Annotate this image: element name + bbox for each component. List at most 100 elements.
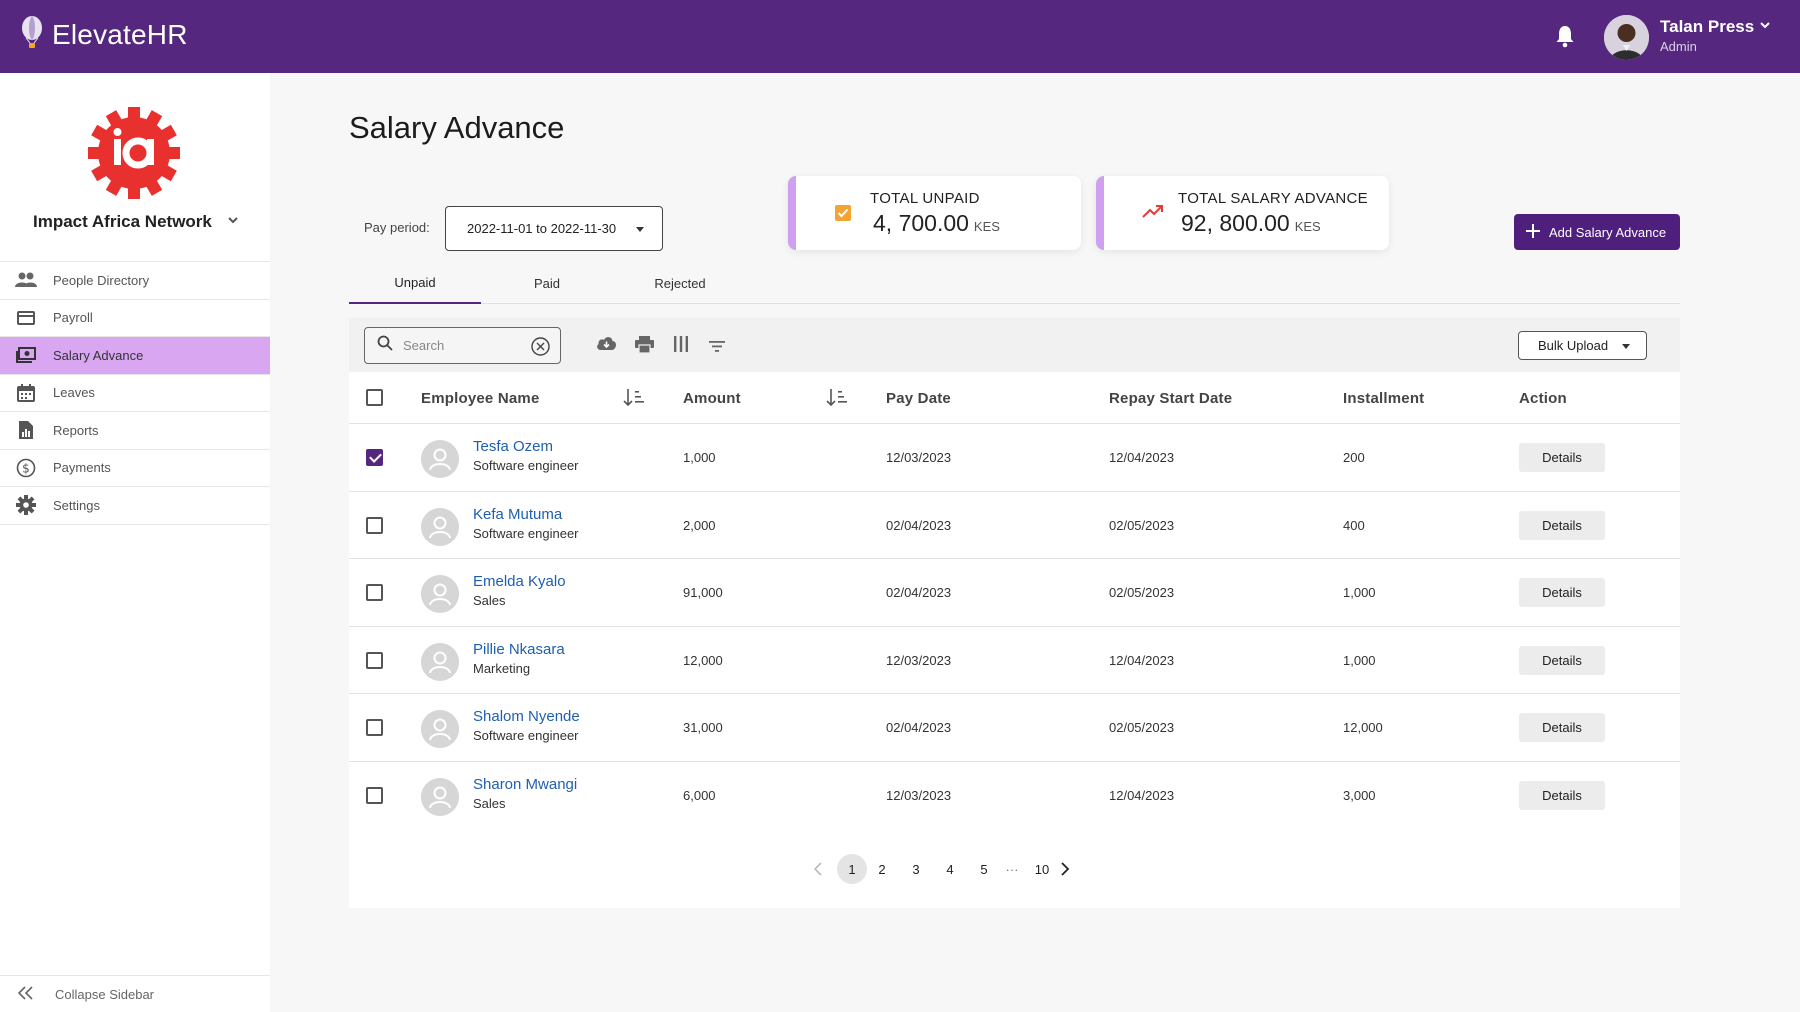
add-salary-advance-label: Add Salary Advance	[1549, 224, 1667, 240]
print-icon[interactable]	[635, 336, 654, 358]
row-checkbox[interactable]	[366, 449, 383, 466]
sidebar-item-label: Salary Advance	[53, 347, 144, 363]
pay-date-cell: 12/03/2023	[886, 652, 952, 668]
page-2[interactable]: 2	[867, 854, 897, 884]
sidebar-item-payroll[interactable]: Payroll	[0, 300, 270, 337]
user-role: Admin	[1660, 39, 1697, 54]
sidebar-item-settings[interactable]: Settings	[0, 487, 270, 525]
bulk-upload-label: Bulk Upload	[1538, 338, 1609, 353]
next-page-icon[interactable]	[1055, 854, 1075, 884]
filter-icon[interactable]	[709, 339, 725, 357]
collapse-sidebar-button[interactable]: Collapse Sidebar	[0, 975, 270, 1012]
sidebar-item-people-directory[interactable]: People Directory	[0, 262, 270, 300]
sidebar-item-salary-advance[interactable]: Salary Advance	[0, 337, 270, 375]
installment-cell: 1,000	[1343, 585, 1376, 600]
org-switcher[interactable]: Impact Africa Network	[33, 212, 240, 232]
avatar	[421, 642, 459, 681]
page-1[interactable]: 1	[837, 854, 867, 884]
details-button[interactable]: Details	[1519, 780, 1605, 810]
row-checkbox[interactable]	[366, 786, 383, 804]
total-salary-advance-value-wrap: 92, 800.00 KES	[1181, 210, 1321, 237]
people-icon	[15, 269, 37, 291]
search-icon	[377, 335, 393, 356]
total-salary-advance-unit: KES	[1294, 219, 1321, 234]
pagination: 1 2 3 4 5 ··· 10	[349, 854, 1680, 884]
sidebar-item-reports[interactable]: Reports	[0, 412, 270, 450]
tab-rejected[interactable]: Rejected	[614, 263, 746, 304]
employee-name-link[interactable]: Emelda Kyalo	[473, 573, 566, 590]
employee-name-link[interactable]: Kefa Mutuma	[473, 506, 562, 523]
details-button[interactable]: Details	[1519, 713, 1605, 742]
cloud-download-icon[interactable]	[596, 336, 617, 356]
details-button[interactable]: Details	[1519, 443, 1605, 472]
row-checkbox[interactable]	[366, 584, 383, 601]
amount-cell: 6,000	[683, 787, 716, 803]
clear-search-icon[interactable]	[531, 337, 550, 361]
search-box[interactable]	[364, 327, 561, 364]
cash-icon	[15, 344, 37, 366]
avatar	[421, 710, 459, 748]
repay-start-cell: 12/04/2023	[1109, 450, 1175, 465]
avatar	[421, 507, 459, 546]
checkbox-checked-icon	[834, 204, 852, 227]
page-3[interactable]: 3	[901, 854, 931, 884]
avatar	[421, 440, 459, 478]
employee-name-link[interactable]: Sharon Mwangi	[473, 776, 577, 793]
dollar-icon: $	[15, 457, 37, 479]
table-toolbar: Bulk Upload	[349, 318, 1680, 372]
row-checkbox[interactable]	[366, 516, 383, 534]
details-button[interactable]: Details	[1519, 578, 1605, 607]
sort-icon[interactable]	[826, 388, 848, 413]
total-unpaid-value-wrap: 4, 700.00 KES	[873, 210, 1000, 237]
search-input[interactable]	[403, 338, 513, 353]
brand[interactable]: ElevateHR	[20, 16, 188, 53]
bell-icon[interactable]	[1555, 24, 1575, 53]
employee-role: Marketing	[473, 660, 531, 676]
page-5[interactable]: 5	[969, 854, 999, 884]
pay-date-cell: 12/03/2023	[886, 450, 952, 465]
pay-date-cell: 02/04/2023	[886, 517, 952, 533]
amount-cell: 12,000	[683, 652, 723, 668]
employee-name-link[interactable]: Pillie Nkasara	[473, 641, 565, 658]
page-4[interactable]: 4	[935, 854, 965, 884]
amount-cell: 1,000	[683, 450, 716, 465]
row-checkbox[interactable]	[366, 651, 383, 669]
gear-icon	[15, 494, 37, 516]
employee-name-link[interactable]: Shalom Nyende	[473, 708, 580, 725]
pay-date-cell: 02/04/2023	[886, 585, 952, 600]
details-button[interactable]: Details	[1519, 510, 1605, 540]
avatar	[421, 575, 459, 613]
tab-unpaid[interactable]: Unpaid	[349, 263, 481, 304]
bulk-upload-button[interactable]: Bulk Upload	[1518, 331, 1647, 360]
tab-paid[interactable]: Paid	[481, 263, 613, 304]
select-all-checkbox[interactable]	[366, 389, 383, 406]
collapse-sidebar-label: Collapse Sidebar	[55, 986, 155, 1002]
sidebar-item-payments[interactable]: $ Payments	[0, 450, 270, 487]
page-ellipsis: ···	[1005, 861, 1019, 877]
sidebar-item-label: Payroll	[53, 310, 93, 326]
pay-period-select[interactable]: 2022-11-01 to 2022-11-30	[445, 206, 663, 251]
sort-icon[interactable]	[623, 388, 645, 413]
employee-role: Sales	[473, 795, 506, 811]
prev-page-icon[interactable]	[808, 854, 828, 884]
avatar	[421, 777, 459, 816]
employee-role: Sales	[473, 593, 506, 608]
user-avatar[interactable]	[1604, 15, 1649, 60]
header-pay-date: Pay Date	[886, 390, 951, 407]
repay-start-cell: 12/04/2023	[1109, 652, 1175, 668]
status-tabs: Unpaid Paid Rejected	[349, 263, 1680, 304]
page-title: Salary Advance	[349, 110, 565, 145]
user-menu[interactable]: Talan Press	[1660, 17, 1772, 37]
employee-name-link[interactable]: Tesfa Ozem	[473, 438, 553, 455]
employee-role: Software engineer	[473, 458, 579, 473]
row-checkbox[interactable]	[366, 719, 383, 736]
sidebar-item-leaves[interactable]: Leaves	[0, 375, 270, 412]
page-10[interactable]: 10	[1027, 854, 1057, 884]
columns-icon[interactable]	[674, 336, 688, 357]
chevron-down-icon	[226, 212, 240, 232]
installment-cell: 1,000	[1343, 652, 1376, 668]
details-button[interactable]: Details	[1519, 645, 1605, 675]
header-installment: Installment	[1343, 390, 1425, 407]
add-salary-advance-button[interactable]: Add Salary Advance	[1514, 214, 1680, 250]
table-header: Employee Name Amount Pay Date Repay Star…	[349, 372, 1680, 424]
